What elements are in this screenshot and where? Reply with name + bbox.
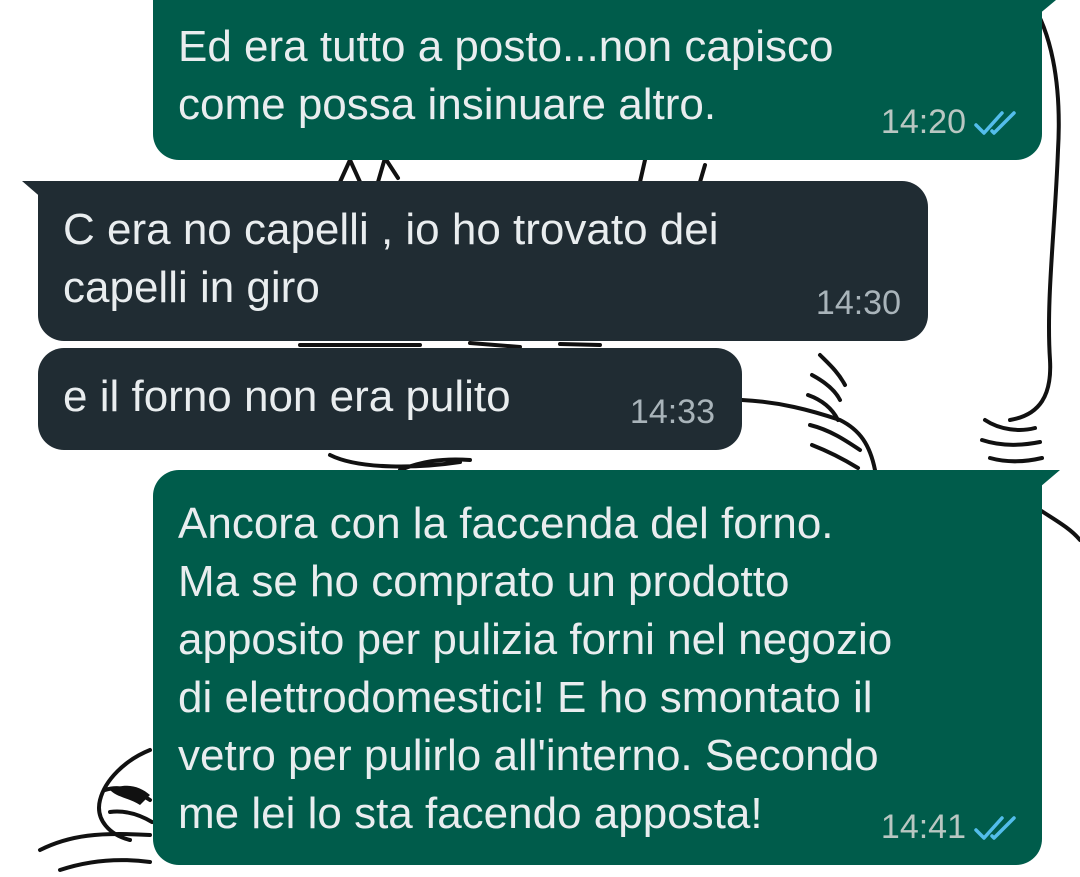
message-bubble-incoming[interactable]: e il forno non era pulito 14:33 (38, 348, 742, 450)
message-meta: 14:20 (881, 103, 1020, 142)
message-bubble-incoming[interactable]: C era no capelli , io ho trovato dei cap… (38, 181, 928, 341)
message-meta: 14:41 (881, 808, 1020, 847)
message-text: e il forno non era pulito (63, 372, 511, 421)
message-time: 14:20 (880, 103, 966, 141)
double-check-icon (974, 815, 1016, 840)
message-meta: 14:33 (630, 393, 715, 432)
message-time: 14:30 (815, 284, 901, 322)
message-bubble-outgoing[interactable]: Ed era tutto a posto...non capisco come … (153, 0, 1042, 160)
message-time: 14:33 (629, 393, 715, 431)
message-text: Ancora con la faccenda del forno. Ma se … (178, 499, 893, 838)
message-text: Ed era tutto a posto...non capisco come … (178, 22, 834, 129)
message-text: C era no capelli , io ho trovato dei cap… (63, 205, 719, 312)
message-bubble-outgoing[interactable]: Ancora con la faccenda del forno. Ma se … (153, 470, 1042, 865)
message-time: 14:41 (880, 808, 966, 846)
message-meta: 14:30 (816, 284, 901, 323)
double-check-icon (974, 110, 1016, 135)
